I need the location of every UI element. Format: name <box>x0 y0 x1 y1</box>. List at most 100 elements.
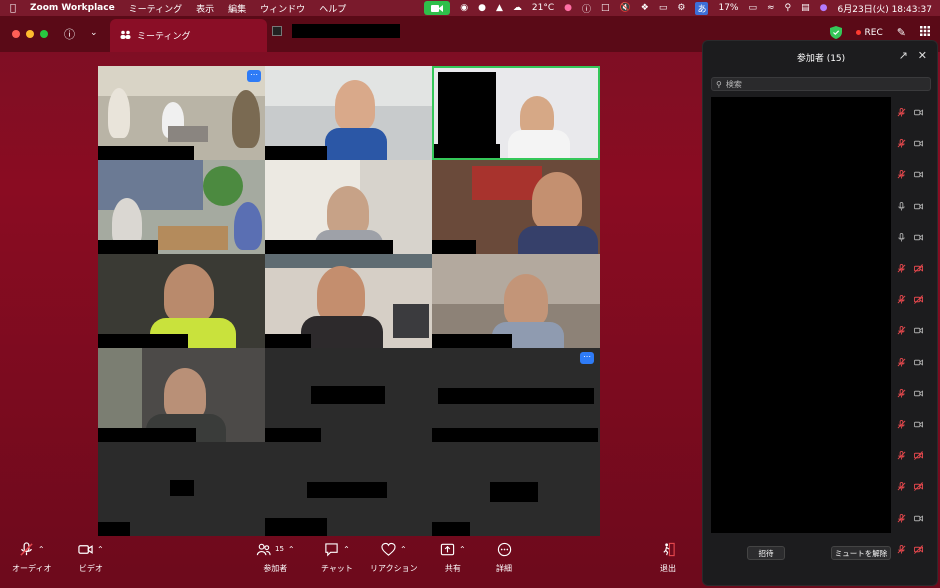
chevron-up-icon[interactable]: ⌃ <box>38 545 45 554</box>
video-tile[interactable] <box>432 160 600 254</box>
mic-muted-icon[interactable] <box>897 139 906 148</box>
mic-muted-icon[interactable] <box>897 295 906 304</box>
minimize-window-button[interactable] <box>26 30 34 38</box>
video-tile[interactable] <box>432 254 600 348</box>
video-icon[interactable] <box>914 233 923 242</box>
mic-muted-icon[interactable] <box>897 388 906 398</box>
mute-speaker-icon[interactable]: 🔇 <box>620 3 631 13</box>
participant-list-redacted[interactable] <box>711 97 891 533</box>
input-mode-icon[interactable]: あ <box>695 1 709 15</box>
close-icon[interactable]: ✕ <box>918 49 927 62</box>
wifi-icon[interactable]: ≈ <box>767 3 775 13</box>
mic-icon[interactable] <box>897 201 906 211</box>
chat-button[interactable]: ⌃ チャット <box>321 536 353 574</box>
chevron-up-icon[interactable]: ⌃ <box>459 545 466 554</box>
video-tile[interactable] <box>265 254 432 348</box>
unmute-all-button[interactable]: ミュートを解除 <box>831 546 891 560</box>
chevron-up-icon[interactable]: ⌃ <box>97 545 104 554</box>
more-button[interactable]: 詳細 <box>496 536 512 574</box>
mic-icon[interactable] <box>897 232 906 242</box>
window-icon[interactable]: □ <box>601 3 610 13</box>
pink-app-icon[interactable]: ● <box>564 3 572 13</box>
recording-indicator[interactable]: REC <box>855 28 883 38</box>
bluetooth-icon[interactable]: ❖ <box>641 3 649 13</box>
leave-button[interactable]: 退出 <box>660 536 676 574</box>
info-icon[interactable]: ⓘ <box>582 2 591 15</box>
video-icon[interactable] <box>914 170 923 179</box>
tile-more-button[interactable]: ⋯ <box>247 70 261 82</box>
camera-status-icon[interactable] <box>424 1 451 15</box>
zoom-status-icon[interactable]: ◉ <box>460 3 468 13</box>
mic-muted-icon[interactable] <box>897 326 906 335</box>
video-off-icon[interactable] <box>914 295 923 305</box>
reactions-button[interactable]: ⌃ リアクション <box>370 536 418 574</box>
drive-icon[interactable]: ▲ <box>496 3 503 13</box>
mic-muted-icon[interactable] <box>897 544 906 554</box>
grid-view-icon[interactable] <box>920 26 930 39</box>
clock[interactable]: 6月23日(火) 18:43:37 <box>838 2 932 15</box>
battery-percent[interactable]: 17% <box>718 3 738 13</box>
apple-icon[interactable]:  <box>10 3 16 14</box>
video-off-icon[interactable] <box>914 544 923 554</box>
mic-muted-icon[interactable] <box>897 357 906 367</box>
mic-muted-icon[interactable] <box>897 108 906 117</box>
video-icon[interactable] <box>914 389 923 398</box>
video-tile-camera-off[interactable] <box>98 442 265 536</box>
menu-view[interactable]: 表示 <box>196 2 214 15</box>
mic-muted-icon[interactable] <box>897 419 906 429</box>
video-tile[interactable] <box>98 348 265 442</box>
tab-redacted[interactable] <box>272 24 400 38</box>
edit-pencil-icon[interactable]: ✎ <box>897 26 906 39</box>
chevron-down-icon[interactable]: ⌄ <box>90 28 98 38</box>
video-icon[interactable] <box>914 202 923 211</box>
video-tile[interactable] <box>265 66 432 160</box>
security-shield-icon[interactable] <box>829 26 842 39</box>
display-icon[interactable]: ▭ <box>659 3 668 13</box>
menu-help[interactable]: ヘルプ <box>319 2 346 15</box>
mic-muted-icon[interactable] <box>897 170 906 180</box>
popout-icon[interactable]: ↗ <box>899 49 908 62</box>
video-icon[interactable] <box>914 358 923 367</box>
line-icon[interactable]: ● <box>478 3 486 13</box>
weather-temp[interactable]: 21°C <box>532 3 554 13</box>
video-tile-camera-off[interactable]: ⋯ <box>432 348 600 442</box>
video-tile-active-speaker[interactable] <box>432 66 600 160</box>
video-off-icon[interactable] <box>914 264 923 273</box>
close-window-button[interactable] <box>12 30 20 38</box>
video-off-icon[interactable] <box>914 451 923 461</box>
chevron-up-icon[interactable]: ⌃ <box>400 545 407 554</box>
siri-icon[interactable]: ● <box>820 3 828 13</box>
app-menu[interactable]: Zoom Workplace <box>30 3 115 13</box>
weather-icon[interactable]: ☁ <box>513 3 522 13</box>
video-off-icon[interactable] <box>914 482 923 492</box>
meeting-info-icon[interactable]: ⓘ <box>64 26 75 42</box>
video-tile[interactable] <box>98 254 265 348</box>
invite-button[interactable]: 招待 <box>747 546 785 560</box>
mic-muted-icon[interactable] <box>897 264 906 273</box>
audio-button[interactable]: ⌃ オーディオ <box>12 536 51 574</box>
participants-button[interactable]: 15 ⌃ 参加者 <box>256 536 295 574</box>
tab-meeting[interactable]: ミーティング <box>110 19 267 52</box>
video-tile-camera-off[interactable] <box>432 442 600 536</box>
mic-muted-icon[interactable] <box>897 451 906 460</box>
menu-window[interactable]: ウィンドウ <box>260 2 305 15</box>
video-tile-camera-off[interactable] <box>265 348 432 442</box>
video-icon[interactable] <box>914 326 923 335</box>
participant-search-input[interactable]: ⚲ 検索 <box>711 77 931 91</box>
video-tile[interactable] <box>98 160 265 254</box>
control-center-icon[interactable]: ▤ <box>801 3 810 13</box>
video-tile-camera-off[interactable] <box>265 442 432 536</box>
video-tile[interactable] <box>265 160 432 254</box>
mic-muted-icon[interactable] <box>897 513 906 523</box>
tile-more-button[interactable]: ⋯ <box>580 352 594 364</box>
share-button[interactable]: ⌃ 共有 <box>440 536 466 574</box>
spotlight-icon[interactable]: ⚲ <box>785 3 792 13</box>
fullscreen-window-button[interactable] <box>40 30 48 38</box>
battery-icon[interactable]: ▭ <box>748 3 757 13</box>
video-tile[interactable]: ⋯ <box>98 66 265 160</box>
video-icon[interactable] <box>914 514 923 523</box>
menu-meeting[interactable]: ミーティング <box>129 2 182 15</box>
keyboard-brightness-icon[interactable]: ⚙ <box>677 3 685 13</box>
chevron-up-icon[interactable]: ⌃ <box>288 545 295 554</box>
video-icon[interactable] <box>914 420 923 429</box>
